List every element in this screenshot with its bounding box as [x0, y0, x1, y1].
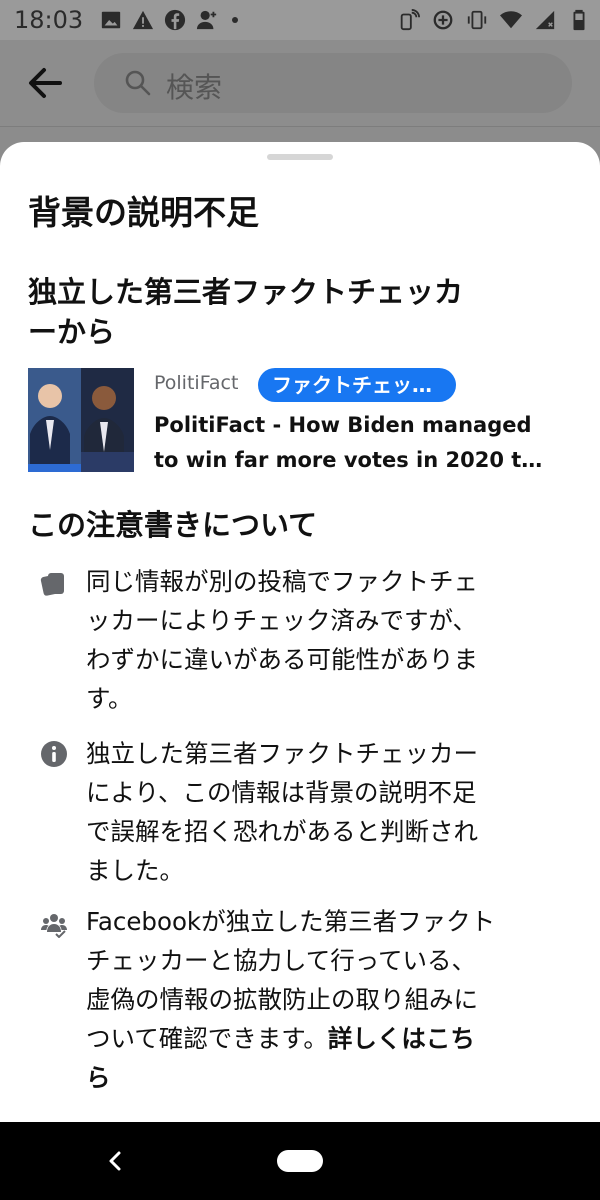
fact-checker-heading: 独立した第三者ファクトチェッカ ーから	[28, 272, 568, 352]
search-icon	[125, 70, 151, 96]
info-text-line: 虚偽の情報の拡散防止の取り組みに	[86, 985, 478, 1014]
info-text-line: ついて確認できます。詳しくはこち	[86, 1019, 556, 1058]
article-title-line: to win far more votes in 2020 t…	[154, 448, 543, 472]
learn-more-link-tail[interactable]: ら	[86, 1058, 556, 1097]
learn-more-link[interactable]: 詳しくはこち	[328, 1024, 475, 1053]
image-icon	[101, 11, 121, 29]
info-text-line: 同じ情報が別の投稿でファクトチェ	[86, 567, 478, 596]
article-title-line: PolitiFact - How Biden managed	[154, 413, 532, 437]
sheet-title: 背景の説明不足	[28, 193, 259, 232]
info-text-line: で誤解を招く恐れがあると判断され	[86, 817, 478, 846]
about-notice-heading: この注意書きについて	[28, 508, 318, 542]
nav-home-button[interactable]	[277, 1150, 323, 1172]
search-placeholder: 検索	[166, 71, 223, 104]
fact-check-sheet: 背景の説明不足 独立した第三者ファクトチェッカ ーから PolitiFact フ…	[0, 142, 600, 1122]
battery-icon	[573, 9, 585, 31]
warning-icon	[132, 10, 154, 30]
info-text: 同じ情報が別の投稿でファクトチェ ッカーによりチェック済みですが、 わずかに違い…	[86, 562, 556, 718]
info-text: 独立した第三者ファクトチェッカー により、この情報は背景の説明不足 で誤解を招く…	[86, 734, 556, 890]
search-header: 検索	[0, 40, 600, 127]
data-saver-icon	[433, 10, 453, 30]
back-arrow-icon[interactable]	[26, 66, 66, 100]
info-text-line: ました。	[86, 856, 184, 885]
signal-icon	[535, 10, 555, 30]
info-text-line: により、この情報は背景の説明不足	[86, 778, 477, 807]
facebook-icon	[164, 9, 186, 31]
info-text-line: Facebookが独立した第三者ファクト	[86, 907, 496, 936]
article-title: PolitiFact - How Biden managed to win fa…	[154, 408, 549, 478]
fact-check-article[interactable]: PolitiFact ファクトチェッ… PolitiFact - How Bid…	[28, 366, 578, 476]
more-notifications-dot	[232, 17, 238, 23]
fact-checker-heading-line: ーから	[28, 315, 116, 349]
nfc-icon	[400, 9, 420, 31]
article-thumbnail	[28, 368, 134, 472]
info-text-line: す。	[86, 684, 133, 713]
people-icon	[41, 914, 67, 938]
info-text: Facebookが独立した第三者ファクト チェッカーと協力して行っている、 虚偽…	[86, 902, 556, 1097]
info-text-line: 独立した第三者ファクトチェッカー	[86, 739, 478, 768]
publisher-name: PolitiFact	[154, 372, 239, 394]
search-input[interactable]: 検索	[94, 53, 572, 113]
system-icons	[398, 8, 590, 32]
notification-icons	[100, 8, 238, 32]
add-person-icon	[196, 10, 217, 30]
cards-icon	[40, 573, 64, 596]
fact-checker-heading-line: 独立した第三者ファクトチェッカ	[28, 275, 464, 309]
info-text-line: わずかに違いがある可能性がありま	[86, 645, 478, 674]
info-text-line: チェッカーと協力して行っている、	[86, 946, 477, 975]
wifi-icon	[500, 11, 522, 29]
status-bar: 18:03	[0, 0, 600, 40]
nav-back-icon[interactable]	[104, 1149, 126, 1173]
info-text-segment: ついて確認できます。	[86, 1024, 328, 1053]
sheet-drag-handle[interactable]	[267, 154, 333, 160]
system-navigation-bar	[0, 1122, 600, 1200]
fact-check-badge: ファクトチェッ…	[258, 368, 456, 402]
status-time: 18:03	[14, 6, 84, 34]
vibrate-icon	[467, 10, 487, 30]
info-icon	[41, 741, 67, 767]
info-text-line: ッカーによりチェック済みですが、	[86, 606, 478, 635]
